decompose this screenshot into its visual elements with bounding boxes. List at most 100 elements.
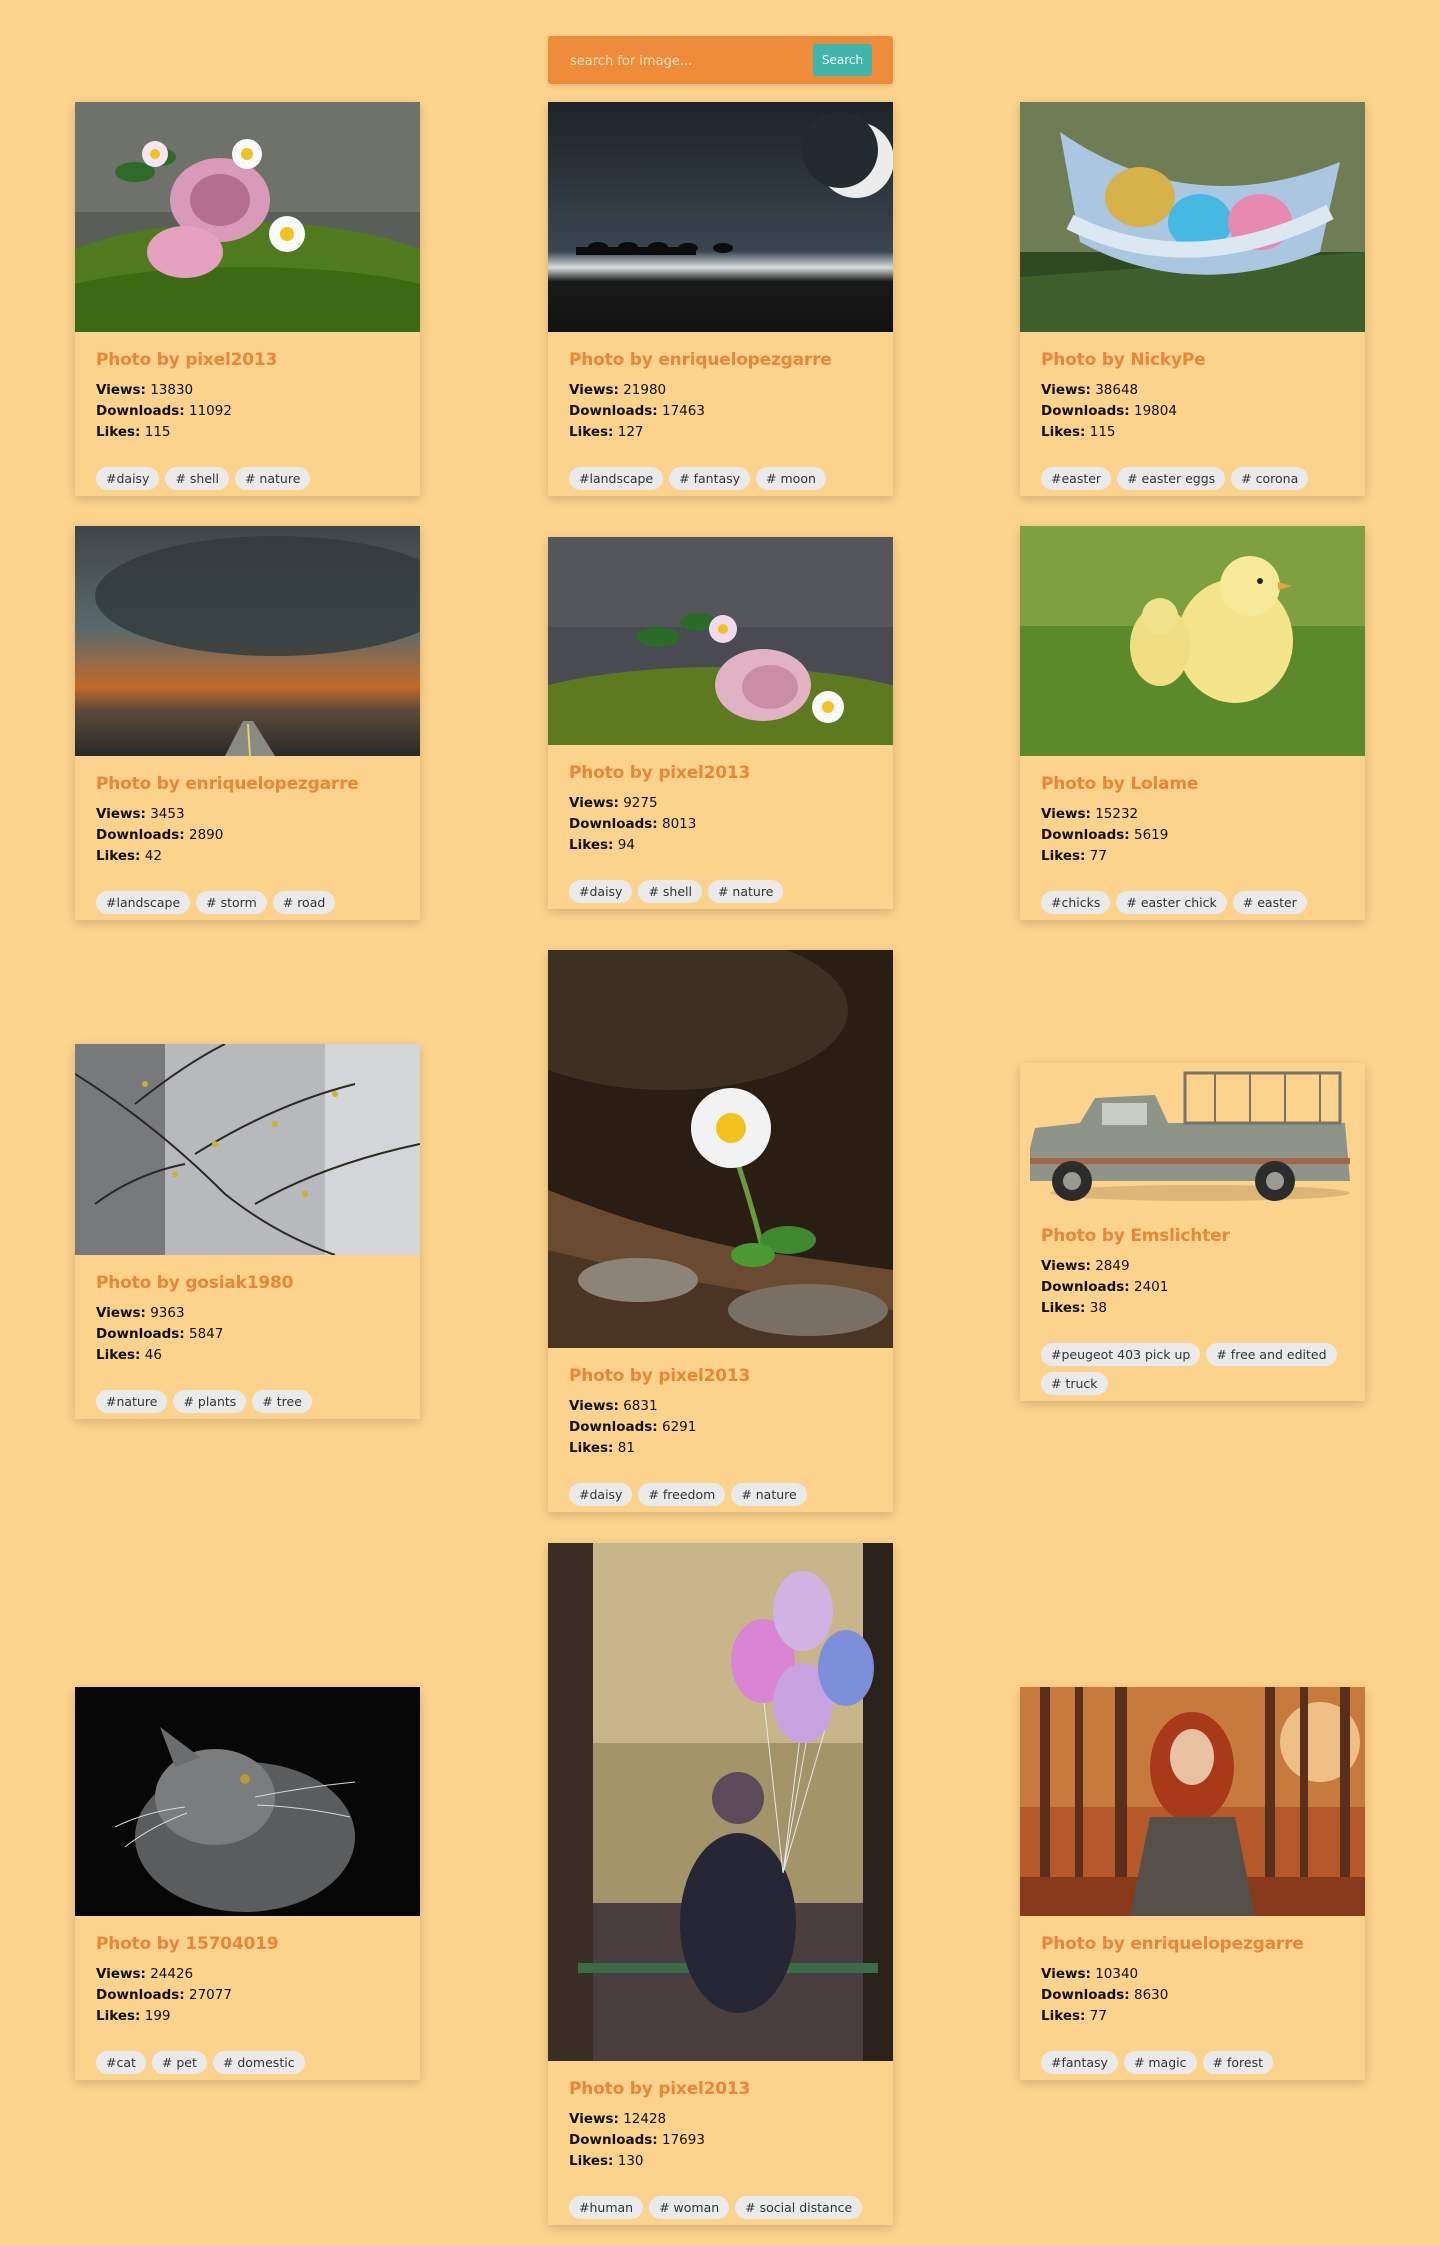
downloads-stat: Downloads: 2401	[1041, 1279, 1169, 1295]
tag-chip[interactable]: # moon	[756, 467, 826, 490]
likes-stat: Likes: 115	[96, 424, 171, 440]
photo-image[interactable]	[548, 102, 893, 332]
tag-chip[interactable]: #cat	[96, 2051, 146, 2074]
tag-chip[interactable]: # truck	[1041, 1372, 1108, 1395]
photo-card[interactable]: Photo by pixel2013 Views: 13830 Download…	[75, 102, 420, 496]
tag-chip[interactable]: #nature	[96, 1390, 168, 1413]
photo-image[interactable]	[1020, 102, 1365, 332]
search-input[interactable]	[568, 50, 802, 72]
likes-stat: Likes: 38	[1041, 1300, 1107, 1316]
views-count: 24426	[150, 1966, 194, 1982]
photo-image[interactable]	[1020, 526, 1365, 756]
photo-card[interactable]: Photo by gosiak1980 Views: 9363 Download…	[75, 1044, 420, 1419]
photo-author: Photo by 15704019	[96, 1934, 279, 1954]
tag-list: #easter # easter eggs # corona	[1041, 467, 1344, 496]
tag-chip[interactable]: #landscape	[96, 891, 191, 914]
tag-chip[interactable]: # freedom	[638, 1483, 726, 1506]
tag-chip[interactable]: # plants	[173, 1390, 247, 1413]
likes-count: 94	[617, 837, 635, 853]
photo-author: Photo by pixel2013	[569, 763, 751, 783]
views-count: 9363	[150, 1305, 185, 1321]
downloads-stat: Downloads: 6291	[569, 1419, 697, 1435]
tag-chip[interactable]: # shell	[638, 880, 702, 903]
tag-chip[interactable]: #easter	[1041, 467, 1112, 490]
tag-chip[interactable]: # nature	[707, 880, 784, 903]
likes-stat: Likes: 199	[96, 2008, 171, 2024]
tag-list: #daisy # shell # nature	[96, 467, 399, 496]
likes-count: 77	[1089, 848, 1107, 864]
tag-chip[interactable]: #fantasy	[1041, 2051, 1118, 2074]
photo-image[interactable]	[75, 102, 420, 332]
photo-card[interactable]: Photo by enriquelopezgarre Views: 21980 …	[548, 102, 893, 496]
search-button[interactable]: Search	[813, 44, 872, 76]
tag-chip[interactable]: # pet	[151, 2051, 207, 2074]
downloads-count: 19804	[1133, 403, 1177, 419]
tag-chip[interactable]: #landscape	[569, 467, 664, 490]
tag-chip[interactable]: # shell	[165, 467, 229, 490]
photo-image[interactable]	[75, 1687, 420, 1916]
tag-chip[interactable]: #daisy	[569, 1483, 633, 1506]
likes-stat: Likes: 46	[96, 1347, 162, 1363]
tag-chip[interactable]: #daisy	[96, 467, 160, 490]
tag-chip[interactable]: # nature	[234, 467, 311, 490]
likes-count: 199	[144, 2008, 171, 2024]
photo-author: Photo by pixel2013	[569, 1366, 751, 1386]
views-stat: Views: 3453	[96, 806, 185, 822]
tag-chip[interactable]: #human	[569, 2196, 644, 2219]
tag-chip[interactable]: # free and edited	[1206, 1343, 1337, 1366]
likes-stat: Likes: 115	[1041, 424, 1116, 440]
tag-list: #daisy # freedom # nature	[569, 1483, 872, 1512]
views-stat: Views: 15232	[1041, 806, 1139, 822]
likes-stat: Likes: 77	[1041, 848, 1107, 864]
tag-chip[interactable]: # easter	[1232, 891, 1307, 914]
tag-chip[interactable]: # woman	[649, 2196, 730, 2219]
likes-count: 42	[144, 848, 162, 864]
views-stat: Views: 13830	[96, 382, 194, 398]
photo-image[interactable]	[75, 526, 420, 756]
tag-chip[interactable]: # easter eggs	[1117, 467, 1226, 490]
photo-card[interactable]: Photo by 15704019 Views: 24426 Downloads…	[75, 1687, 420, 2080]
tag-list: #landscape # storm # road	[96, 891, 399, 920]
tag-list: #fantasy # magic # forest	[1041, 2051, 1344, 2080]
views-count: 13830	[150, 382, 194, 398]
photo-card[interactable]: Photo by enriquelopezgarre Views: 3453 D…	[75, 526, 420, 920]
views-count: 10340	[1095, 1966, 1139, 1982]
likes-stat: Likes: 77	[1041, 2008, 1107, 2024]
tag-list: #peugeot 403 pick up # free and edited # t…	[1041, 1343, 1344, 1401]
tag-chip[interactable]: #chicks	[1041, 891, 1111, 914]
photo-image[interactable]	[548, 1543, 893, 2061]
photo-card[interactable]: Photo by Emslichter Views: 2849 Download…	[1020, 1063, 1365, 1401]
photo-image[interactable]	[1020, 1687, 1365, 1916]
photo-card[interactable]: Photo by NickyPe Views: 38648 Downloads:…	[1020, 102, 1365, 496]
photo-author: Photo by gosiak1980	[96, 1273, 294, 1293]
tag-chip[interactable]: # forest	[1202, 2051, 1273, 2074]
photo-card[interactable]: Photo by enriquelopezgarre Views: 10340 …	[1020, 1687, 1365, 2080]
tag-chip[interactable]: # corona	[1231, 467, 1309, 490]
photo-card[interactable]: Photo by pixel2013 Views: 9275 Downloads…	[548, 537, 893, 909]
tag-list: #human # woman # social distance	[569, 2196, 872, 2225]
downloads-stat: Downloads: 17693	[569, 2132, 705, 2148]
downloads-stat: Downloads: 5619	[1041, 827, 1169, 843]
photo-image[interactable]	[75, 1044, 420, 1255]
photo-card[interactable]: Photo by Lolame Views: 15232 Downloads: …	[1020, 526, 1365, 920]
tag-chip[interactable]: # domestic	[212, 2051, 305, 2074]
photo-image[interactable]	[548, 537, 893, 745]
tag-chip[interactable]: # fantasy	[669, 467, 751, 490]
tag-chip[interactable]: # easter chick	[1116, 891, 1227, 914]
views-count: 12428	[623, 2111, 667, 2127]
photo-image[interactable]	[548, 950, 893, 1348]
photo-image[interactable]	[1020, 1063, 1365, 1208]
photo-card[interactable]: Photo by pixel2013 Views: 6831 Downloads…	[548, 950, 893, 1512]
tag-chip[interactable]: # social distance	[735, 2196, 863, 2219]
likes-stat: Likes: 130	[569, 2153, 644, 2169]
downloads-count: 8013	[661, 816, 697, 832]
tag-chip[interactable]: # storm	[196, 891, 267, 914]
views-stat: Views: 12428	[569, 2111, 667, 2127]
tag-chip[interactable]: # magic	[1123, 2051, 1197, 2074]
photo-card[interactable]: Photo by pixel2013 Views: 12428 Download…	[548, 1543, 893, 2225]
tag-chip[interactable]: # road	[272, 891, 336, 914]
tag-chip[interactable]: #peugeot 403 pick up	[1041, 1343, 1201, 1366]
tag-chip[interactable]: # nature	[731, 1483, 807, 1506]
tag-chip[interactable]: #daisy	[569, 880, 633, 903]
tag-chip[interactable]: # tree	[252, 1390, 312, 1413]
